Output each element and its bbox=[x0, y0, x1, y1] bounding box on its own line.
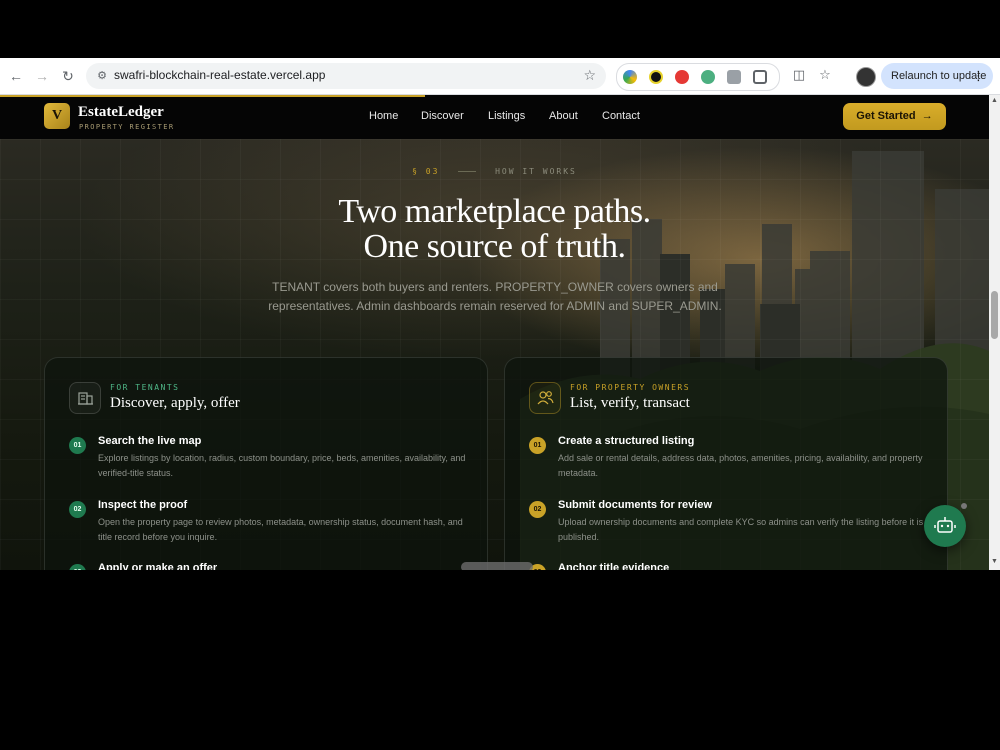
puzzle-icon[interactable] bbox=[753, 70, 767, 84]
tenants-card: FOR TENANTS Discover, apply, offer 01 Se… bbox=[44, 357, 488, 570]
hero-title-line-2: One source of truth. bbox=[363, 228, 626, 265]
step-title: Anchor title evidence bbox=[558, 562, 670, 570]
scroll-up-icon[interactable]: ▲ bbox=[990, 97, 999, 104]
profile-avatar[interactable] bbox=[856, 67, 876, 87]
get-started-button[interactable]: Get Started → bbox=[843, 103, 946, 130]
step-title: Search the live map bbox=[98, 435, 202, 447]
step-number-badge: 01 bbox=[529, 437, 546, 454]
hero-lead: TENANT covers both buyers and renters. P… bbox=[268, 280, 722, 313]
section-label: HOW IT WORKS bbox=[495, 167, 577, 176]
url-text: swafri-blockchain-real-estate.vercel.app bbox=[114, 68, 326, 82]
section-number: § 03 bbox=[412, 167, 440, 176]
step-title: Submit documents for review bbox=[558, 499, 713, 511]
bookmark-star-icon[interactable]: ☆ bbox=[583, 67, 596, 84]
scrollbar-thumb[interactable] bbox=[991, 291, 998, 339]
reading-list-icon[interactable]: ◫ bbox=[790, 67, 808, 83]
scroll-indicator[interactable] bbox=[461, 562, 533, 570]
step-number-badge: 01 bbox=[69, 437, 86, 454]
logo-mark[interactable]: V bbox=[44, 103, 70, 129]
browser-toolbar: ← → ↻ ⚙ swafri-blockchain-real-estate.ve… bbox=[0, 58, 1000, 95]
bookmarks-icon[interactable]: ☆ bbox=[816, 67, 834, 83]
back-icon[interactable]: ← bbox=[6, 66, 26, 86]
section-eyebrow: § 03 HOW IT WORKS bbox=[0, 167, 989, 176]
screen-top-bar bbox=[0, 0, 1000, 58]
robot-icon bbox=[934, 517, 956, 533]
nav-link-listings[interactable]: Listings bbox=[488, 110, 525, 122]
screen-bottom-bar bbox=[0, 570, 1000, 750]
arrow-right-icon: → bbox=[918, 110, 933, 122]
tenants-eyebrow: FOR TENANTS bbox=[110, 383, 180, 392]
relaunch-button[interactable]: Relaunch to update ⋮ bbox=[881, 63, 993, 89]
step-number-badge: 02 bbox=[69, 501, 86, 518]
step-description: Explore listings by location, radius, cu… bbox=[98, 453, 466, 478]
step-description: Upload ownership documents and complete … bbox=[558, 517, 924, 542]
get-started-label: Get Started bbox=[856, 110, 916, 122]
address-bar[interactable]: ⚙ swafri-blockchain-real-estate.vercel.a… bbox=[86, 63, 606, 89]
shield-icon[interactable] bbox=[727, 70, 741, 84]
eyebrow-divider bbox=[458, 171, 477, 172]
web-page: V EstateLedger PROPERTY REGISTER Home Di… bbox=[0, 95, 989, 570]
hero-title-line-1: Two marketplace paths. bbox=[338, 193, 651, 230]
site-settings-icon[interactable]: ⚙ bbox=[94, 68, 110, 84]
step-title: Inspect the proof bbox=[98, 499, 188, 511]
extension-3-icon[interactable] bbox=[675, 70, 689, 84]
step-number-badge: 02 bbox=[529, 501, 546, 518]
nav-link-discover[interactable]: Discover bbox=[421, 110, 464, 122]
users-icon bbox=[529, 382, 561, 414]
brand-name[interactable]: EstateLedger bbox=[78, 104, 164, 121]
kebab-menu-icon[interactable]: ⋮ bbox=[972, 63, 985, 89]
brand-tagline: PROPERTY REGISTER bbox=[79, 123, 175, 131]
extension-2-icon[interactable] bbox=[649, 70, 663, 84]
nav-link-contact[interactable]: Contact bbox=[602, 110, 640, 122]
nav-link-home[interactable]: Home bbox=[369, 110, 398, 122]
building-icon bbox=[69, 382, 101, 414]
owners-title: List, verify, transact bbox=[570, 395, 690, 411]
tenants-title: Discover, apply, offer bbox=[110, 395, 240, 411]
step-description: Add sale or rental details, address data… bbox=[558, 453, 923, 478]
reload-icon[interactable]: ↻ bbox=[58, 66, 78, 86]
step-title: Create a structured listing bbox=[558, 435, 695, 447]
page-scrollbar[interactable]: ▲ ▼ bbox=[989, 95, 1000, 570]
scroll-progress-bar bbox=[0, 95, 425, 97]
step-title: Apply or make an offer bbox=[98, 562, 218, 570]
extension-1-icon[interactable] bbox=[623, 70, 637, 84]
nav-link-about[interactable]: About bbox=[549, 110, 578, 122]
owners-card: FOR PROPERTY OWNERS List, verify, transa… bbox=[504, 357, 948, 570]
forward-icon[interactable]: → bbox=[32, 66, 52, 86]
assistant-chat-button[interactable] bbox=[924, 505, 966, 547]
notification-dot bbox=[961, 503, 967, 509]
extension-4-icon[interactable] bbox=[701, 70, 715, 84]
owners-eyebrow: FOR PROPERTY OWNERS bbox=[570, 383, 691, 392]
step-description: Open the property page to review photos,… bbox=[98, 517, 463, 542]
site-navbar: V EstateLedger PROPERTY REGISTER Home Di… bbox=[0, 95, 989, 139]
scroll-down-icon[interactable]: ▼ bbox=[990, 558, 999, 565]
extensions-group bbox=[616, 63, 780, 91]
